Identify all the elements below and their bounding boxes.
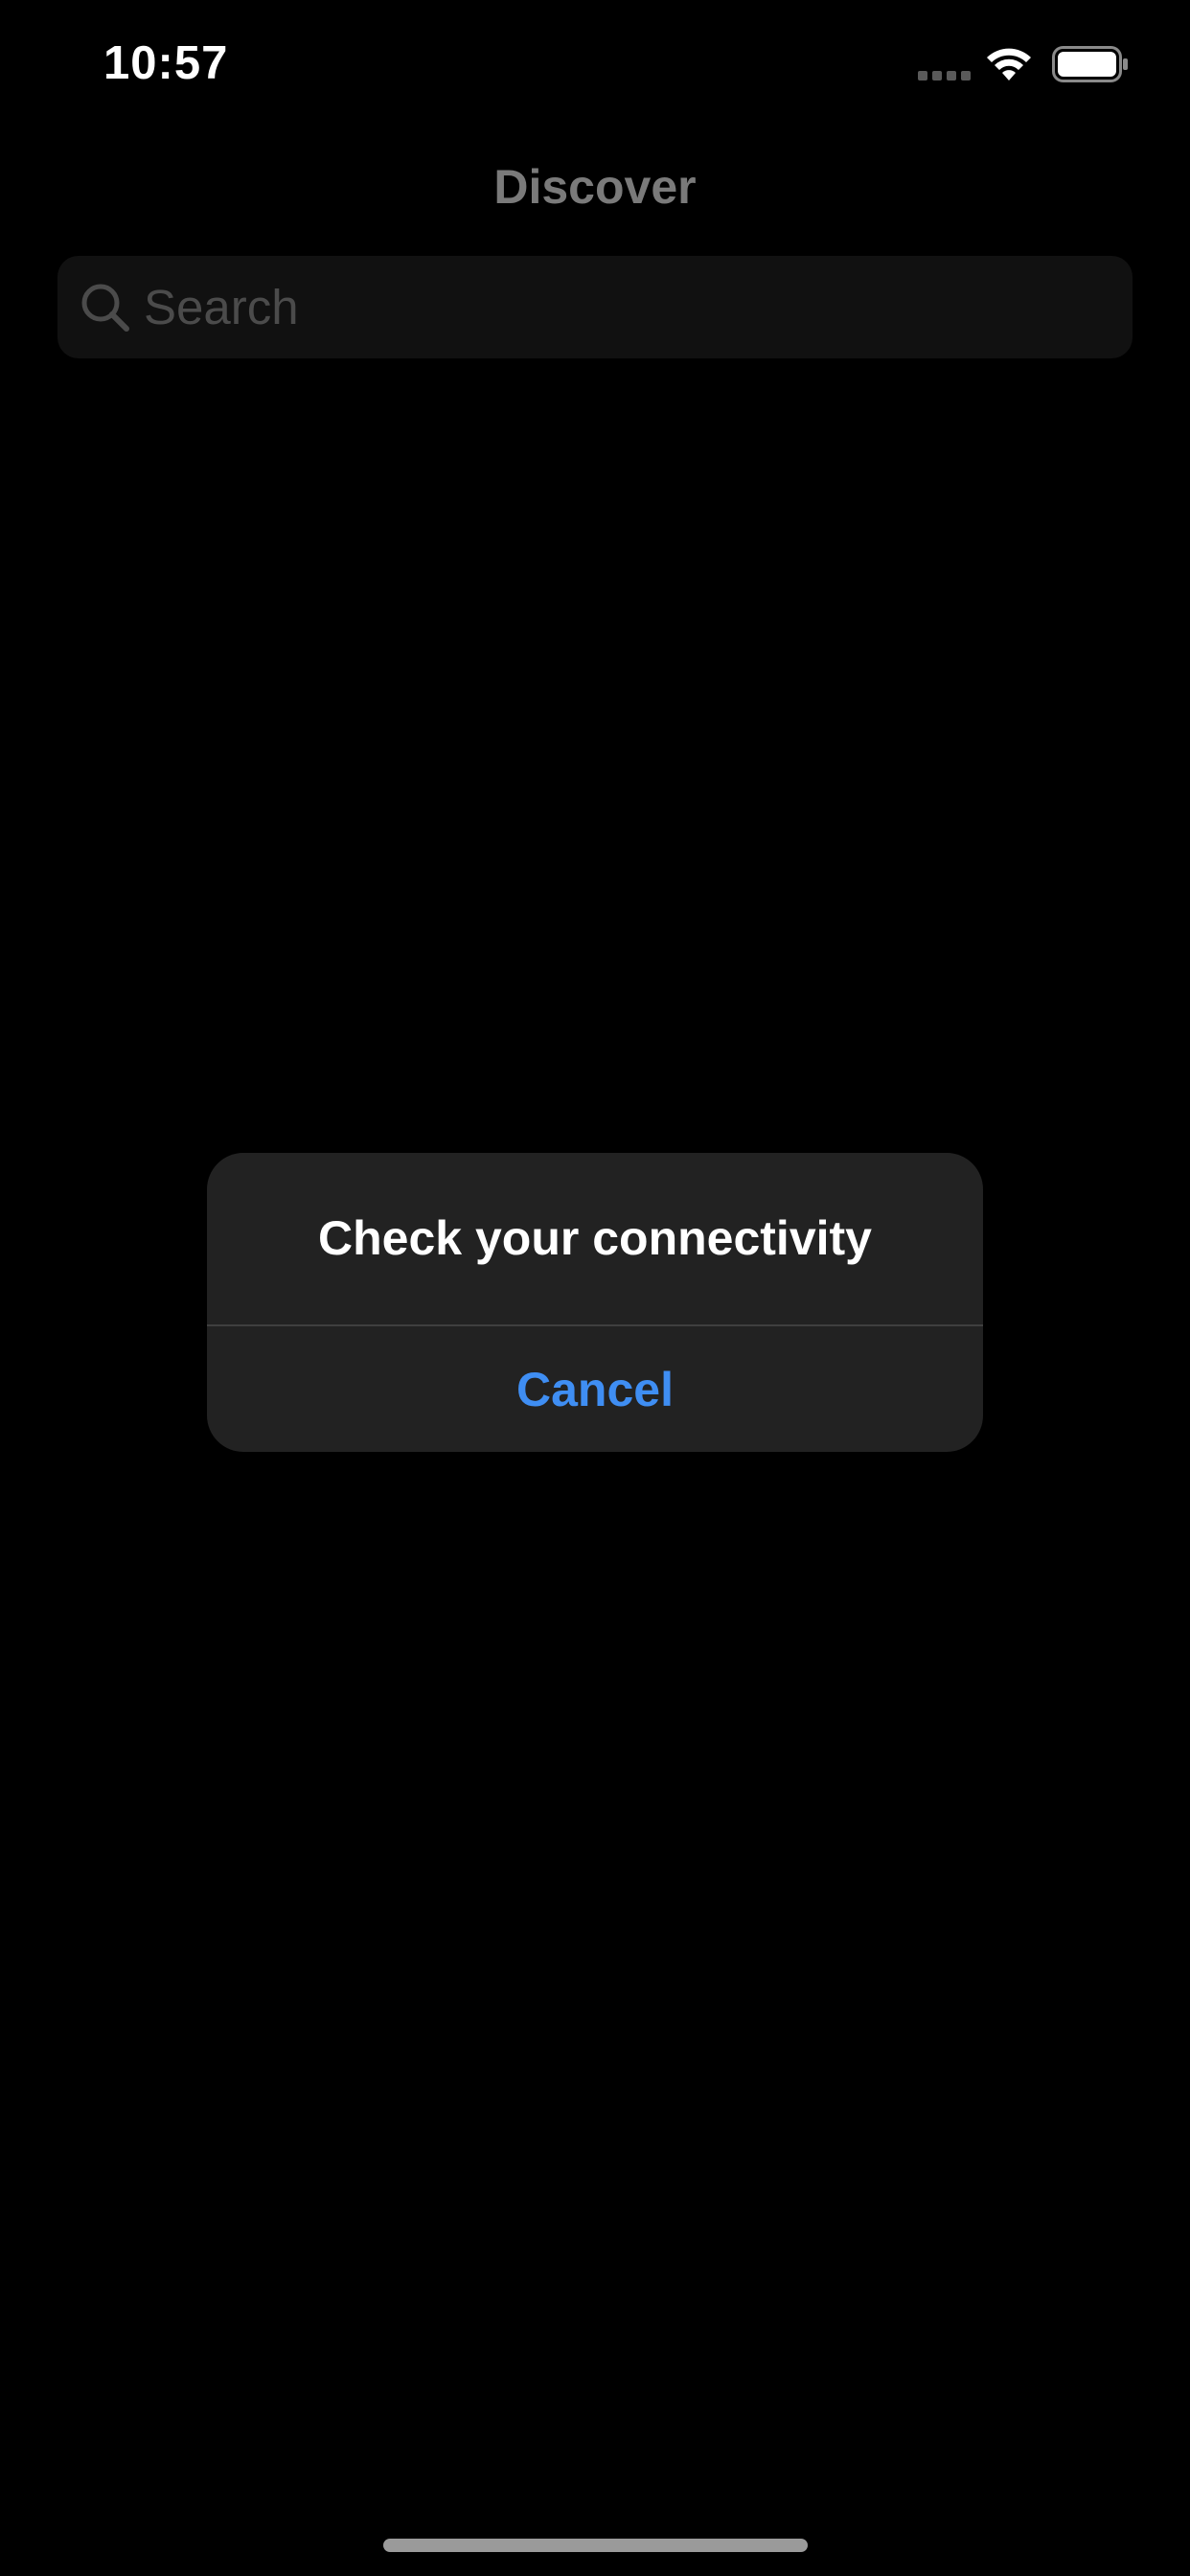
cellular-signal-icon bbox=[918, 71, 971, 80]
battery-icon bbox=[1052, 46, 1128, 82]
search-input[interactable] bbox=[144, 256, 1102, 358]
cancel-button[interactable]: Cancel bbox=[207, 1326, 983, 1452]
search-bar[interactable] bbox=[57, 256, 1133, 358]
page-title: Discover bbox=[493, 160, 697, 214]
status-time: 10:57 bbox=[103, 37, 229, 89]
search-icon bbox=[81, 284, 129, 332]
wifi-icon bbox=[987, 48, 1031, 80]
home-indicator[interactable] bbox=[383, 2539, 808, 2552]
connectivity-alert: Check your connectivity Cancel bbox=[207, 1153, 983, 1452]
status-bar: 10:57 bbox=[0, 0, 1190, 130]
alert-title: Check your connectivity bbox=[318, 1211, 872, 1265]
